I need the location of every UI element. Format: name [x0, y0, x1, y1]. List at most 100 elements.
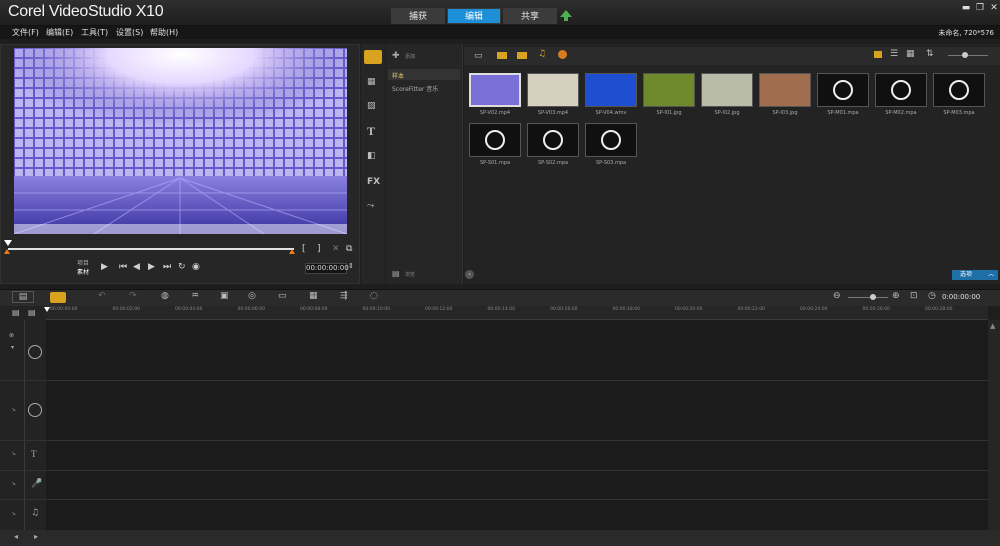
- time-remapping-icon[interactable]: ⇶: [340, 291, 348, 301]
- library-thumbnail[interactable]: [701, 73, 753, 107]
- library-thumbnail[interactable]: [527, 73, 579, 107]
- path-icon[interactable]: ⤳: [367, 201, 374, 211]
- mark-out-handle[interactable]: [289, 249, 295, 254]
- minimize-icon[interactable]: ▬: [961, 4, 971, 13]
- library-thumbnail[interactable]: [469, 123, 521, 157]
- list-view-icon[interactable]: ☰: [890, 49, 898, 59]
- library-thumbnail[interactable]: [585, 73, 637, 107]
- home-icon[interactable]: ⏮: [119, 262, 127, 272]
- library-thumbnail[interactable]: [585, 123, 637, 157]
- close-icon[interactable]: ✕: [989, 4, 999, 13]
- menu-edit[interactable]: 编辑(E): [46, 27, 73, 38]
- auto-music-icon[interactable]: ▣: [220, 291, 229, 301]
- filter-fx-icon[interactable]: FX: [367, 177, 380, 187]
- music-track-toggle-icon[interactable]: ↘: [11, 510, 16, 517]
- zoom-out-icon[interactable]: ⊖: [833, 291, 841, 301]
- storyboard-view-icon[interactable]: ▤: [12, 291, 34, 303]
- menu-file[interactable]: 文件(F): [12, 27, 39, 38]
- undo-icon[interactable]: ↶: [98, 291, 106, 301]
- record-capture-icon[interactable]: ◍: [161, 291, 169, 301]
- show-photo-icon[interactable]: [517, 52, 527, 59]
- previous-frame-icon[interactable]: ◀: [133, 262, 140, 272]
- redo-icon[interactable]: ↷: [129, 291, 137, 301]
- volume-icon[interactable]: ◉: [192, 262, 200, 272]
- mask-creator-icon[interactable]: ◌: [370, 291, 378, 301]
- video-track-toggle-icon[interactable]: ⊗: [9, 332, 14, 339]
- tab-edit[interactable]: 编辑: [447, 8, 501, 24]
- mode-clip[interactable]: 素材: [77, 267, 89, 276]
- sort-icon[interactable]: ⇅: [926, 49, 934, 59]
- next-frame-icon[interactable]: ▶: [148, 262, 155, 272]
- chapter-point-icon[interactable]: ▤: [28, 308, 36, 317]
- timecode-stepper[interactable]: ⇕: [348, 262, 354, 270]
- title-track-toggle-icon[interactable]: ↘: [11, 450, 16, 457]
- library-thumbnail[interactable]: [817, 73, 869, 107]
- repeat-icon[interactable]: ↻: [178, 262, 186, 272]
- menu-settings[interactable]: 设置(S): [116, 27, 143, 38]
- tab-capture[interactable]: 捕获: [391, 8, 445, 24]
- enlarge-icon[interactable]: ⧉: [346, 244, 352, 254]
- show-audio-icon[interactable]: ♫: [538, 49, 546, 59]
- facebook-icon[interactable]: [558, 50, 567, 59]
- menu-help[interactable]: 帮助(H): [150, 27, 178, 38]
- library-thumbnail[interactable]: [643, 73, 695, 107]
- title-text-icon[interactable]: T: [367, 124, 375, 139]
- sound-mixer-icon[interactable]: ♒: [191, 291, 199, 301]
- timeline-view-icon[interactable]: [50, 292, 66, 303]
- library-thumbnail[interactable]: [933, 73, 985, 107]
- mark-out-button[interactable]: ]: [317, 244, 321, 254]
- playhead[interactable]: [44, 307, 50, 312]
- scroll-left-icon[interactable]: ◂: [14, 532, 18, 541]
- library-thumbnail[interactable]: [875, 73, 927, 107]
- scrubber-handle[interactable]: [4, 240, 12, 246]
- folder-scorefitter[interactable]: ScoreFitter 音乐: [392, 84, 438, 93]
- play-icon[interactable]: ▶: [101, 262, 108, 272]
- library-thumbnail[interactable]: [759, 73, 811, 107]
- track-manager-icon[interactable]: ▤: [12, 308, 20, 317]
- thumbnail-size-handle[interactable]: [962, 52, 968, 58]
- split-icon[interactable]: ✕: [332, 244, 340, 254]
- overlay-track-toggle-icon[interactable]: ↘: [11, 406, 16, 413]
- chevron-up-icon: ︿: [987, 271, 994, 278]
- menu-tools[interactable]: 工具(T): [81, 27, 108, 38]
- chevron-down-icon[interactable]: ▾: [11, 344, 14, 351]
- tab-share[interactable]: 共享: [503, 8, 557, 24]
- graphic-icon[interactable]: ◧: [367, 151, 376, 161]
- browse-icon[interactable]: ▤: [392, 269, 400, 278]
- scroll-up-icon[interactable]: ▲: [990, 322, 995, 330]
- multi-camera-icon[interactable]: ▦: [309, 291, 318, 301]
- collapse-library-icon[interactable]: ‹: [465, 270, 474, 279]
- mark-in-handle[interactable]: [4, 249, 10, 254]
- scrubber-track[interactable]: [8, 248, 294, 250]
- show-video-icon[interactable]: [497, 52, 507, 59]
- end-icon[interactable]: ⏭: [163, 262, 171, 272]
- mode-project[interactable]: 项目: [77, 258, 89, 267]
- instant-project-icon[interactable]: ▦: [367, 77, 376, 87]
- voice-track-toggle-icon[interactable]: ↘: [11, 480, 16, 487]
- zoom-slider[interactable]: [848, 297, 888, 298]
- timeline-vertical-scrollbar[interactable]: [988, 320, 1000, 530]
- restore-icon[interactable]: ❐: [975, 4, 985, 13]
- fit-project-icon[interactable]: ⊡: [910, 291, 918, 301]
- library-thumbnail[interactable]: [469, 73, 521, 107]
- grid-view-icon[interactable]: ▦: [906, 49, 915, 59]
- motion-tracking-icon[interactable]: ◎: [248, 291, 256, 301]
- zoom-in-icon[interactable]: ⊕: [892, 291, 900, 301]
- ruler-tick-label: 00:00:06:00: [237, 307, 265, 312]
- subtitle-editor-icon[interactable]: ▭: [278, 291, 287, 301]
- thumbnail-size-slider[interactable]: [948, 55, 988, 56]
- timecode-display[interactable]: 00:00:00:00: [305, 263, 349, 274]
- thumbnail-label: SP-S01.mpa: [479, 160, 511, 166]
- media-icon[interactable]: [364, 50, 382, 64]
- mark-in-button[interactable]: [: [302, 244, 306, 254]
- timeline-horizontal-scrollbar[interactable]: [0, 530, 1000, 546]
- folder-samples[interactable]: 样本: [392, 71, 404, 80]
- thumbnail-view-icon[interactable]: [874, 51, 882, 58]
- add-folder-icon[interactable]: ✚: [392, 51, 400, 61]
- options-button[interactable]: 选项 ︿: [952, 270, 998, 280]
- zoom-slider-handle[interactable]: [870, 294, 876, 300]
- scroll-right-icon[interactable]: ▸: [34, 532, 38, 541]
- library-thumbnail[interactable]: [527, 123, 579, 157]
- transition-icon[interactable]: ▨: [367, 101, 376, 111]
- folder-icon[interactable]: ▭: [474, 51, 483, 61]
